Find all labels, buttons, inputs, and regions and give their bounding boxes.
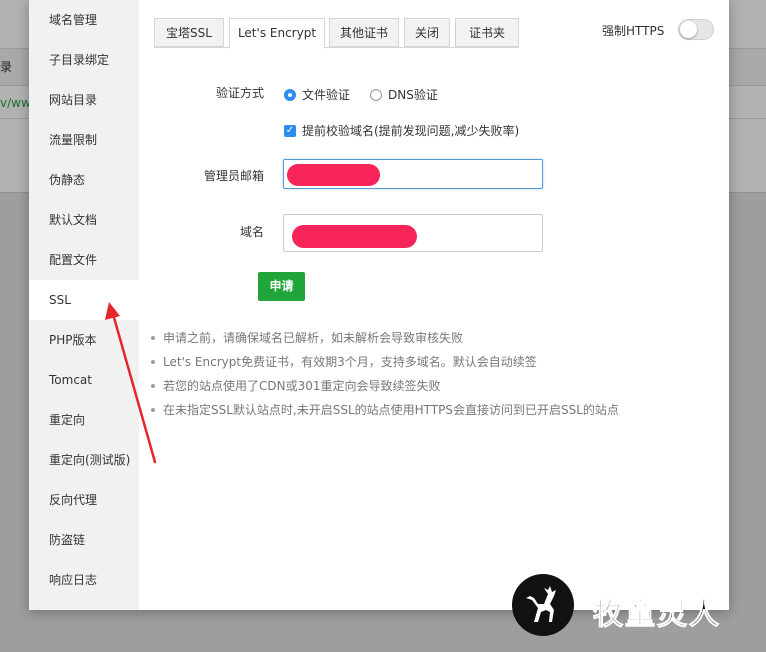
annotation-arrow xyxy=(105,302,157,464)
watermark-text: 牧童灵人 xyxy=(593,597,721,633)
deer-icon xyxy=(512,574,574,636)
